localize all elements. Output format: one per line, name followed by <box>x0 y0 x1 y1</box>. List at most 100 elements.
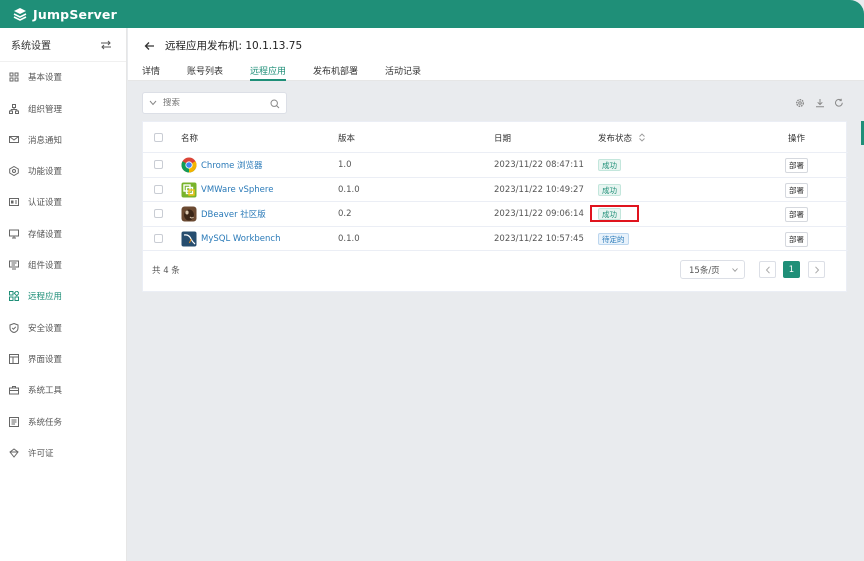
sidebar-item-message[interactable]: 消息通知 <box>0 130 126 150</box>
app-version: 1.0 <box>338 160 352 170</box>
sidebar-item-remote-apps[interactable]: 远程应用 <box>0 286 126 306</box>
app-date: 2023/11/22 08:47:11 <box>494 160 584 170</box>
sidebar-item-tools[interactable]: 系统工具 <box>0 380 126 400</box>
component-icon <box>9 260 19 270</box>
app-name-link[interactable]: VMWare vSphere <box>181 182 273 198</box>
sidebar-item-label: 系统工具 <box>28 386 63 396</box>
column-version: 版本 <box>338 134 356 144</box>
table-row: DBeaver 社区版 0.2 2023/11/22 09:06:14 成功 部… <box>143 202 848 227</box>
sidebar-item-label: 认证设置 <box>28 198 63 208</box>
highlight-box <box>590 205 639 222</box>
brand-name: JumpServer <box>33 6 117 22</box>
sidebar-item-component[interactable]: 组件设置 <box>0 255 126 275</box>
tab-remote-apps[interactable]: 远程应用 <box>250 64 287 81</box>
sidebar-item-basic[interactable]: 基本设置 <box>0 67 126 87</box>
shield-icon <box>9 323 19 333</box>
sidebar-item-interface[interactable]: 界面设置 <box>0 349 126 369</box>
task-list-icon <box>9 417 19 427</box>
id-card-icon <box>9 198 19 206</box>
tab-accounts[interactable]: 账号列表 <box>187 64 223 81</box>
tab-details[interactable]: 详情 <box>142 64 160 81</box>
sidebar-item-feature[interactable]: 功能设置 <box>0 161 126 181</box>
column-status-label: 发布状态 <box>598 134 633 144</box>
app-name-text: DBeaver 社区版 <box>201 210 266 220</box>
sidebar-item-label: 界面设置 <box>28 355 63 365</box>
dbeaver-icon <box>181 206 197 222</box>
deploy-button[interactable]: 部署 <box>785 207 808 222</box>
app-name-text: Chrome 浏览器 <box>201 161 263 171</box>
apps-table-card: 名称 版本 日期 发布状态 操作 Chrome 浏览器 1.0 2023/11/… <box>142 121 848 292</box>
chevron-right-icon <box>814 265 819 274</box>
page-button[interactable]: 1 <box>783 261 800 278</box>
sidebar-item-label: 许可证 <box>28 449 54 459</box>
deploy-button[interactable]: 部署 <box>785 158 808 173</box>
sidebar-item-auth[interactable]: 认证设置 <box>0 192 126 212</box>
search-box[interactable] <box>142 92 287 114</box>
top-bar: JumpServer <box>0 0 864 28</box>
download-icon[interactable] <box>815 98 825 108</box>
chevron-down-icon[interactable] <box>149 100 157 106</box>
column-date: 日期 <box>494 134 512 144</box>
deploy-button[interactable]: 部署 <box>785 231 808 247</box>
sidebar-item-security[interactable]: 安全设置 <box>0 318 126 338</box>
app-name-link[interactable]: MySQL Workbench <box>181 231 280 247</box>
sidebar-item-license[interactable]: 许可证 <box>0 443 126 463</box>
chevron-left-icon <box>765 265 770 274</box>
column-name: 名称 <box>181 134 199 144</box>
page-size-select[interactable]: 15条/页 <box>680 260 745 279</box>
vsphere-icon <box>181 182 197 197</box>
main-content: 远程应用发布机: 10.1.13.75 详情 账号列表 远程应用 发布机部署 活… <box>128 28 864 561</box>
app-date: 2023/11/22 10:49:27 <box>494 184 584 195</box>
sidebar-item-org[interactable]: 组织管理 <box>0 99 126 119</box>
sidebar-header: 系统设置 <box>0 28 126 62</box>
message-icon <box>9 136 19 143</box>
row-checkbox[interactable] <box>154 160 163 169</box>
app-name-link[interactable]: Chrome 浏览器 <box>181 157 263 173</box>
status-badge: 待定的 <box>598 232 629 245</box>
prev-page-button[interactable] <box>759 261 776 278</box>
grid-icon <box>9 72 19 82</box>
column-actions: 操作 <box>788 134 806 144</box>
search-input[interactable] <box>163 98 263 108</box>
row-checkbox[interactable] <box>154 209 163 218</box>
row-checkbox[interactable] <box>154 184 163 194</box>
refresh-icon[interactable] <box>834 98 844 108</box>
select-all-checkbox[interactable] <box>154 133 163 142</box>
license-icon <box>9 448 19 458</box>
sidebar-item-label: 系统任务 <box>28 418 63 428</box>
org-tree-icon <box>9 104 19 114</box>
sidebar-item-label: 存储设置 <box>28 230 63 240</box>
tab-deploy[interactable]: 发布机部署 <box>313 64 358 81</box>
sort-icon[interactable] <box>638 133 645 142</box>
row-checkbox[interactable] <box>154 233 163 243</box>
sidebar-item-label: 功能设置 <box>28 167 63 177</box>
jumpserver-logo-icon <box>13 8 27 21</box>
sidebar-item-tasks[interactable]: 系统任务 <box>0 412 126 432</box>
app-date: 2023/11/22 09:06:14 <box>494 209 584 219</box>
tab-activity[interactable]: 活动记录 <box>385 64 421 81</box>
sidebar-item-storage[interactable]: 存储设置 <box>0 224 126 244</box>
search-icon[interactable] <box>270 99 280 109</box>
sidebar-item-label: 基本设置 <box>28 73 63 83</box>
sidebar-item-label: 组件设置 <box>28 261 63 271</box>
sidebar-item-label: 消息通知 <box>28 136 63 146</box>
sidebar-title: 系统设置 <box>11 41 51 52</box>
sidebar-item-label: 安全设置 <box>28 324 63 334</box>
table-row: Chrome 浏览器 1.0 2023/11/22 08:47:11 成功 部署 <box>143 153 848 178</box>
table-row: VMWare vSphere 0.1.0 2023/11/22 10:49:27… <box>143 178 848 202</box>
app-name-text: MySQL Workbench <box>201 233 281 244</box>
page-header: 远程应用发布机: 10.1.13.75 详情 账号列表 远程应用 发布机部署 活… <box>128 28 864 81</box>
app-version: 0.2 <box>338 209 352 219</box>
table-row: MySQL Workbench 0.1.0 2023/11/22 10:57:4… <box>143 227 848 251</box>
next-page-button[interactable] <box>808 261 825 278</box>
column-status[interactable]: 发布状态 <box>598 132 645 144</box>
chrome-icon <box>181 157 197 173</box>
status-badge: 成功 <box>598 183 621 196</box>
swap-arrows-icon[interactable] <box>100 40 112 50</box>
app-version: 0.1.0 <box>338 233 360 244</box>
app-name-link[interactable]: DBeaver 社区版 <box>181 206 266 222</box>
deploy-button[interactable]: 部署 <box>785 182 808 198</box>
app-date: 2023/11/22 10:57:45 <box>494 233 584 244</box>
back-arrow-icon[interactable] <box>144 41 155 51</box>
settings-icon[interactable] <box>795 98 805 108</box>
